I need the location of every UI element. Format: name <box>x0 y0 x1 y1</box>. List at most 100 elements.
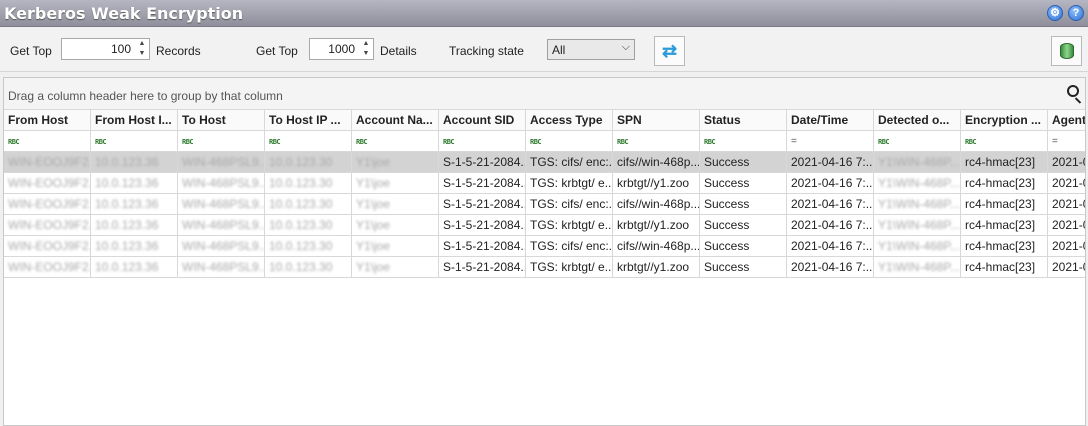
table-cell[interactable]: 10.0.123.30 <box>265 257 352 278</box>
table-cell[interactable]: rc4-hmac[23] <box>961 215 1048 236</box>
filter-cell[interactable]: RBC <box>265 131 352 152</box>
column-header[interactable]: Account SID <box>439 110 526 131</box>
column-header[interactable]: To Host <box>178 110 265 131</box>
column-header[interactable]: Status <box>700 110 787 131</box>
refresh-button[interactable]: ⇄ <box>654 36 685 66</box>
table-cell[interactable]: 2021-04-16 7:... <box>787 152 874 173</box>
table-cell[interactable]: Y1\joe <box>352 173 439 194</box>
table-cell[interactable]: WIN-468PSL9... <box>178 215 265 236</box>
table-cell[interactable]: 2021-0 <box>1048 257 1085 278</box>
column-header[interactable]: SPN <box>613 110 700 131</box>
table-cell[interactable]: 2021-0 <box>1048 173 1085 194</box>
table-cell[interactable]: Y1\joe <box>352 215 439 236</box>
search-icon[interactable] <box>1067 85 1079 97</box>
chevron-up-icon[interactable]: ▲ <box>135 39 149 49</box>
table-row[interactable]: WIN-EOOJ9F2... 10.0.123.36 WIN-468PSL9... 1… <box>4 194 1085 215</box>
chevron-up-icon[interactable]: ▲ <box>359 39 373 49</box>
table-cell[interactable]: 10.0.123.36 <box>91 152 178 173</box>
table-cell[interactable]: 2021-0 <box>1048 152 1085 173</box>
table-cell[interactable]: Y1\joe <box>352 194 439 215</box>
table-cell[interactable]: Success <box>700 257 787 278</box>
table-cell[interactable]: WIN-EOOJ9F2... <box>4 173 91 194</box>
table-cell[interactable]: krbtgt//y1.zoo <box>613 215 700 236</box>
table-cell[interactable]: TGS: krbtgt/ e... <box>526 215 613 236</box>
table-cell[interactable]: 2021-04-16 7:... <box>787 215 874 236</box>
records-stepper-arrows[interactable]: ▲ ▼ <box>135 39 149 59</box>
table-cell[interactable]: krbtgt//y1.zoo <box>613 173 700 194</box>
column-header[interactable]: Date/Time <box>787 110 874 131</box>
table-cell[interactable]: Y1\WIN-468P... <box>874 152 961 173</box>
table-cell[interactable]: S-1-5-21-2084... <box>439 257 526 278</box>
table-cell[interactable]: WIN-EOOJ9F2... <box>4 215 91 236</box>
filter-cell[interactable]: RBC <box>613 131 700 152</box>
table-cell[interactable]: 10.0.123.30 <box>265 173 352 194</box>
table-cell[interactable]: WIN-468PSL9... <box>178 257 265 278</box>
table-cell[interactable]: Y1\WIN-468P... <box>874 194 961 215</box>
table-cell[interactable]: WIN-EOOJ9F2... <box>4 236 91 257</box>
table-cell[interactable]: 2021-04-16 7:... <box>787 257 874 278</box>
chevron-down-icon[interactable]: ▼ <box>359 49 373 59</box>
details-count-stepper[interactable]: 1000 ▲ ▼ <box>309 38 374 60</box>
column-header[interactable]: To Host IP ... <box>265 110 352 131</box>
table-cell[interactable]: WIN-468PSL9... <box>178 236 265 257</box>
column-header-row[interactable]: From Host From Host I... To Host To Host IP… <box>4 110 1085 131</box>
column-header[interactable]: From Host <box>4 110 91 131</box>
filter-row[interactable]: RBC RBC RBC RBC RBC RBC RBC RBC RBC = RBC RBC = <box>4 131 1085 152</box>
table-cell[interactable]: 2021-04-16 7:... <box>787 173 874 194</box>
table-cell[interactable]: 10.0.123.36 <box>91 173 178 194</box>
table-cell[interactable]: S-1-5-21-2084... <box>439 194 526 215</box>
table-cell[interactable]: rc4-hmac[23] <box>961 152 1048 173</box>
table-cell[interactable]: 2021-04-16 7:... <box>787 236 874 257</box>
table-row[interactable]: WIN-EOOJ9F2... 10.0.123.36 WIN-468PSL9... 1… <box>4 173 1085 194</box>
table-row[interactable]: WIN-EOOJ9F2... 10.0.123.36 WIN-468PSL9... 1… <box>4 257 1085 278</box>
records-count-stepper[interactable]: 100 ▲ ▼ <box>61 38 150 60</box>
table-cell[interactable]: Y1\WIN-468P... <box>874 236 961 257</box>
table-cell[interactable]: rc4-hmac[23] <box>961 173 1048 194</box>
table-cell[interactable]: WIN-468PSL9... <box>178 173 265 194</box>
table-cell[interactable]: Success <box>700 236 787 257</box>
column-header[interactable]: Access Type <box>526 110 613 131</box>
chevron-down-icon[interactable]: ▼ <box>135 49 149 59</box>
table-cell[interactable]: rc4-hmac[23] <box>961 257 1048 278</box>
table-cell[interactable]: 10.0.123.30 <box>265 215 352 236</box>
table-cell[interactable]: 2021-0 <box>1048 194 1085 215</box>
table-cell[interactable]: 2021-0 <box>1048 215 1085 236</box>
table-cell[interactable]: WIN-EOOJ9F2... <box>4 152 91 173</box>
database-button[interactable] <box>1051 36 1082 66</box>
table-cell[interactable]: WIN-468PSL9... <box>178 194 265 215</box>
table-cell[interactable]: krbtgt//y1.zoo <box>613 257 700 278</box>
table-row[interactable]: WIN-EOOJ9F2... 10.0.123.36 WIN-468PSL9... 1… <box>4 152 1085 173</box>
column-header[interactable]: Encryption ... <box>961 110 1048 131</box>
table-cell[interactable]: Y1\joe <box>352 236 439 257</box>
table-cell[interactable]: Success <box>700 152 787 173</box>
table-row[interactable]: WIN-EOOJ9F2... 10.0.123.36 WIN-468PSL9... 1… <box>4 215 1085 236</box>
filter-cell[interactable]: RBC <box>4 131 91 152</box>
table-cell[interactable]: 10.0.123.30 <box>265 236 352 257</box>
table-cell[interactable]: Y1\WIN-468P... <box>874 173 961 194</box>
table-cell[interactable]: Y1\joe <box>352 152 439 173</box>
table-cell[interactable]: Y1\joe <box>352 257 439 278</box>
table-cell[interactable]: TGS: cifs/ enc:... <box>526 152 613 173</box>
table-cell[interactable]: WIN-EOOJ9F2... <box>4 194 91 215</box>
filter-cell[interactable]: RBC <box>874 131 961 152</box>
table-row[interactable]: WIN-EOOJ9F2... 10.0.123.36 WIN-468PSL9... 1… <box>4 236 1085 257</box>
column-header[interactable]: From Host I... <box>91 110 178 131</box>
table-cell[interactable]: 2021-0 <box>1048 236 1085 257</box>
table-cell[interactable]: Success <box>700 194 787 215</box>
table-cell[interactable]: cifs//win-468p... <box>613 152 700 173</box>
filter-cell[interactable]: RBC <box>178 131 265 152</box>
table-cell[interactable]: 10.0.123.30 <box>265 152 352 173</box>
filter-cell[interactable]: RBC <box>91 131 178 152</box>
table-cell[interactable]: S-1-5-21-2084... <box>439 236 526 257</box>
help-icon[interactable]: ? <box>1068 5 1084 21</box>
table-cell[interactable]: Success <box>700 215 787 236</box>
table-cell[interactable]: 10.0.123.36 <box>91 257 178 278</box>
group-by-panel[interactable]: Drag a column header here to group by th… <box>4 78 1085 110</box>
table-cell[interactable]: TGS: cifs/ enc:... <box>526 236 613 257</box>
filter-cell[interactable]: RBC <box>700 131 787 152</box>
table-cell[interactable]: WIN-468PSL9... <box>178 152 265 173</box>
filter-cell[interactable]: = <box>787 131 874 152</box>
table-cell[interactable]: cifs//win-468p... <box>613 194 700 215</box>
tracking-state-select[interactable]: All ⌵ <box>547 39 635 60</box>
column-header[interactable]: Agent <box>1048 110 1085 131</box>
